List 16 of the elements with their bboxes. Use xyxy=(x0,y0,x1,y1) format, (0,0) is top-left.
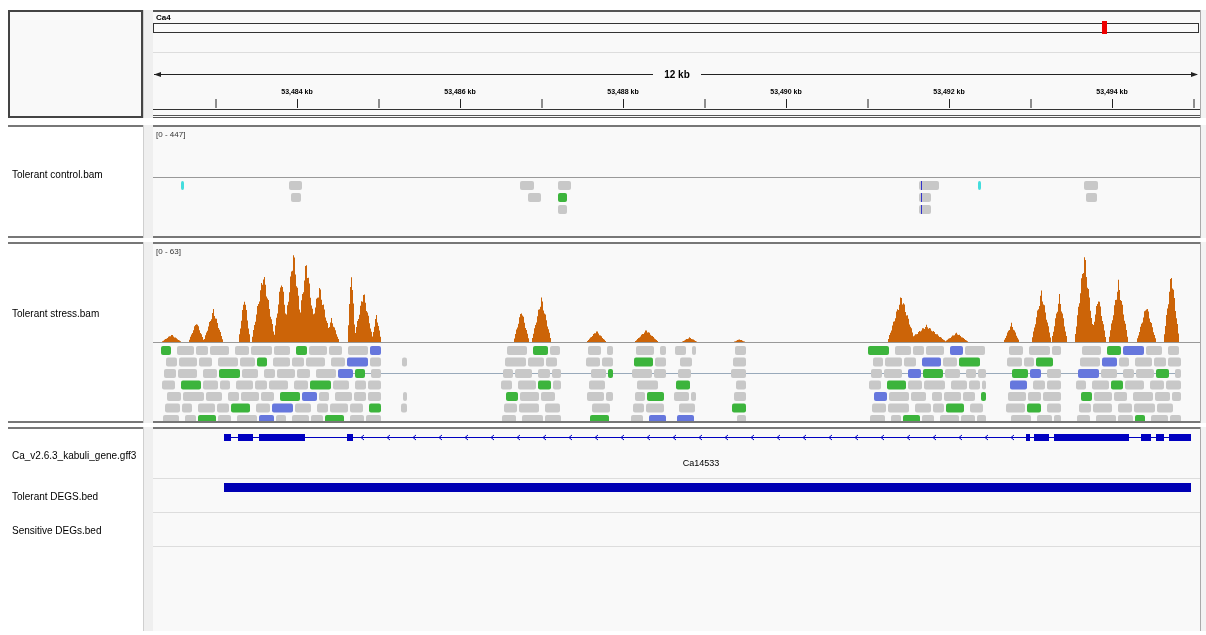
gene-label: Ca14533 xyxy=(682,458,720,468)
span-label: 12 kb xyxy=(664,69,690,80)
data-range: [0 - 447] xyxy=(156,130,186,139)
track-name[interactable]: Ca_v2.6.3_kabuli_gene.gff3 xyxy=(12,449,137,461)
scrollbar[interactable] xyxy=(1200,427,1206,631)
region-marker[interactable] xyxy=(1102,21,1107,34)
track-name[interactable]: Sensitive DEGs.bed xyxy=(12,524,102,536)
scrollbar[interactable] xyxy=(1200,125,1206,238)
track-name[interactable]: Tolerant control.bam xyxy=(12,168,103,180)
track-name[interactable]: Tolerant stress.bam xyxy=(12,307,100,319)
data-range: [0 - 63] xyxy=(156,247,181,256)
gene-model-drawing[interactable] xyxy=(223,434,1192,441)
track-name[interactable]: Tolerant DEGS.bed xyxy=(12,490,99,502)
chromosome-label: Ca4 xyxy=(156,13,171,22)
scrollbar[interactable] xyxy=(1200,242,1206,423)
scrollbar[interactable] xyxy=(1200,10,1206,118)
